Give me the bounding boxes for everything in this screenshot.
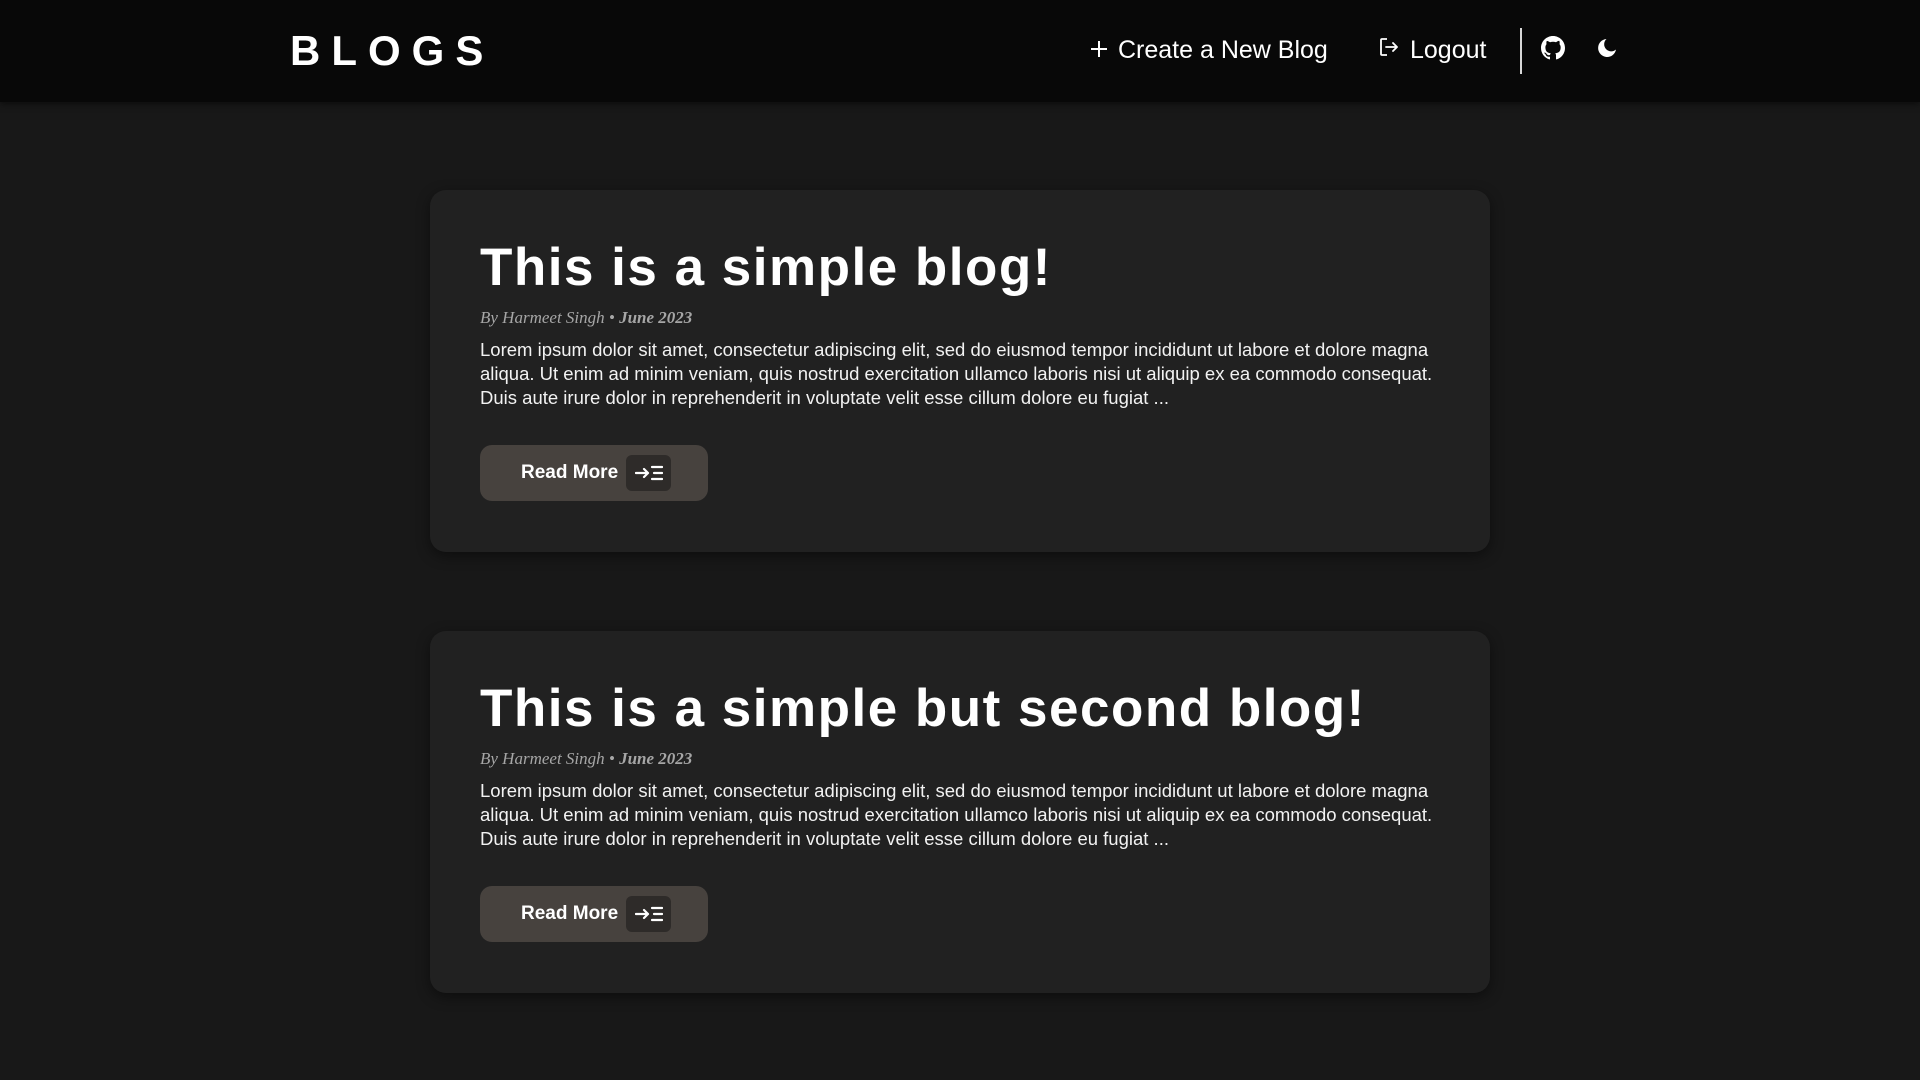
read-more-button[interactable]: Read More	[480, 886, 708, 942]
create-blog-label: Create a New Blog	[1118, 35, 1328, 64]
read-more-label: Read More	[521, 903, 619, 924]
blog-excerpt: Lorem ipsum dolor sit amet, consectetur …	[480, 780, 1433, 849]
logout-link[interactable]: Logout	[1378, 32, 1486, 68]
arrow-into-list-icon	[626, 896, 672, 932]
create-blog-link[interactable]: Create a New Blog	[1090, 32, 1328, 68]
blog-card: This is a simple but second blog! By Har…	[430, 631, 1490, 993]
blog-excerpt: Lorem ipsum dolor sit amet, consectetur …	[480, 339, 1433, 408]
blog-author: By Harmeet Singh	[480, 308, 605, 327]
plus-icon	[1090, 36, 1108, 65]
meta-separator: •	[608, 308, 615, 327]
logout-label: Logout	[1410, 35, 1487, 64]
top-navbar: BLOGS Create a New Blog Logout	[0, 0, 1920, 102]
blog-card: This is a simple blog! By Harmeet Singh …	[430, 190, 1490, 552]
nav-divider	[1520, 28, 1522, 74]
blog-title[interactable]: This is a simple but second blog!	[480, 677, 1366, 741]
brand-logo[interactable]: BLOGS	[290, 26, 494, 76]
blog-date: June 2023	[619, 749, 693, 768]
meta-separator: •	[608, 749, 615, 768]
theme-toggle-button[interactable]	[1593, 36, 1621, 64]
github-icon	[1541, 35, 1565, 65]
read-more-button[interactable]: Read More	[480, 445, 708, 501]
blog-date: June 2023	[619, 308, 693, 327]
read-more-label: Read More	[521, 462, 619, 483]
blog-meta: By Harmeet Singh • June 2023	[480, 308, 692, 328]
blog-meta: By Harmeet Singh • June 2023	[480, 749, 692, 769]
arrow-into-list-icon	[626, 455, 672, 491]
blog-author: By Harmeet Singh	[480, 749, 605, 768]
blog-title[interactable]: This is a simple blog!	[480, 236, 1052, 300]
logout-icon	[1378, 36, 1400, 65]
github-link[interactable]	[1539, 35, 1567, 65]
moon-icon	[1596, 37, 1618, 64]
